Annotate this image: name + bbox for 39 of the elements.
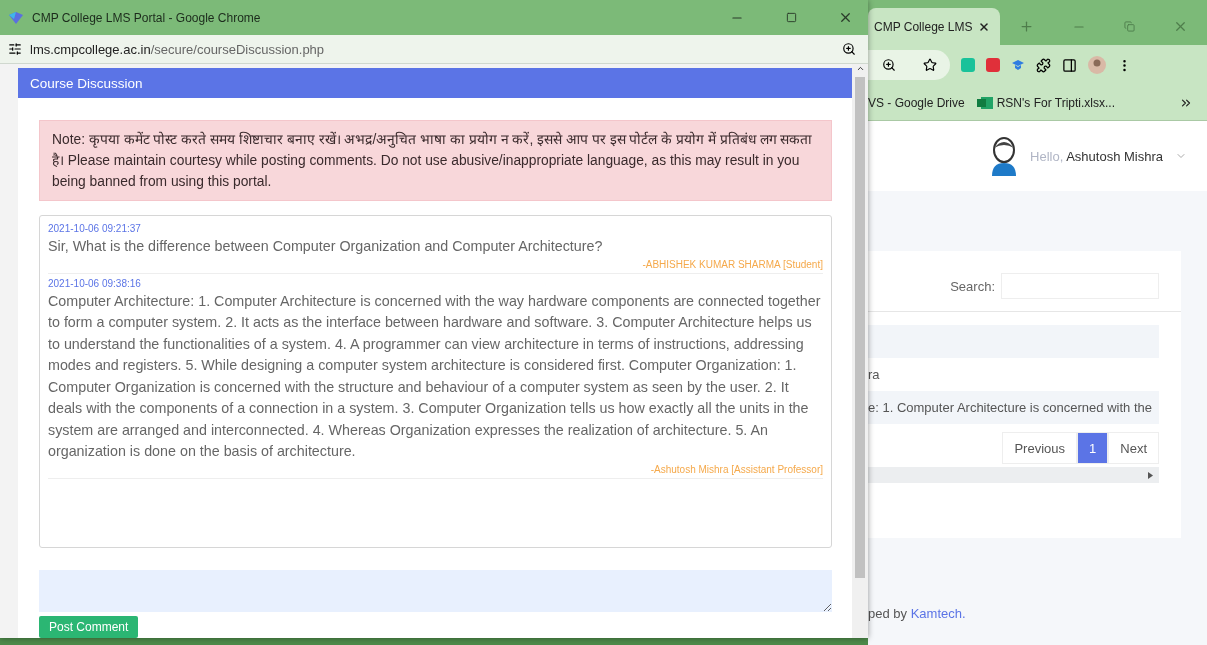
maximize-icon[interactable] [785,12,797,23]
spreadsheet-icon [976,95,993,110]
close-tab-icon[interactable] [978,20,991,33]
comment-field[interactable] [39,570,832,612]
app-logo-icon [8,10,24,25]
user-name[interactable]: Ashutosh Mishra [1066,149,1163,164]
note-alert: Note: कृपया कमेंट पोस्ट करते समय शिष्टाचार बनाए रखें। अभद्र/अनुचित भाषा का प्रयोग न करें, इससे आप पर इस पोर्टल के प्रयोग में प्रतिबंध लग सकता है। Please maintain courtesy while posting comments. Do not use abusive/inappropriate language, as this may result in you being banned from using this portal. [39,120,832,201]
bookmark[interactable]: VS - Google Drive [868,95,965,110]
horizontal-scrollbar[interactable] [868,467,1159,483]
zoom-icon[interactable] [842,42,856,56]
comment-timestamp: 2021-10-06 09:38:16 [48,276,142,291]
scroll-right-icon[interactable] [1148,471,1153,479]
pagination-button[interactable]: 1 [1077,432,1109,464]
modal-title: Course Discussion [18,68,852,98]
pagination-button[interactable]: Next [1108,432,1159,464]
table-cell: e: 1. Computer Architecture is concerned with the [868,391,1159,424]
browser-tab[interactable]: CMP College LMS [868,8,1000,45]
scroll-up-icon[interactable] [855,64,865,73]
profile-avatar-icon[interactable] [1088,56,1106,74]
footer-link[interactable]: Kamtech. [910,606,966,621]
pagination-button[interactable]: Previous [1002,432,1078,464]
search-label: Search: [950,278,995,294]
comment-text: Sir, What is the difference between Computer Organization and Computer Architecture? [48,237,604,256]
comment-timestamp: 2021-10-06 09:21:37 [48,222,142,236]
footer-text: ped by Kamtech. [868,606,966,621]
new-tab-icon[interactable] [1019,19,1034,34]
side-panel-icon[interactable] [1062,57,1077,73]
extensions-icon[interactable] [1036,57,1051,73]
cap-icon[interactable] [1011,59,1025,71]
greeting-text: Hello, [1030,149,1065,164]
window-title: CMP College LMS Portal - Google Chrome [32,10,262,25]
bookmark[interactable]: RSN's For Tripti.xlsx... [996,95,1115,110]
star-icon[interactable] [922,58,937,72]
site-settings-icon[interactable] [8,42,22,56]
zoom-icon[interactable] [881,58,896,72]
comment-text: Computer Architecture: 1. Computer Architecture is concerned with the way hardware components are connected together to form a computer system. 2. It acts as the interface between hardware and software. 3. Computer Architecture helps us to understand the functionalities of a system. 4. A programmer can view architecture in terms of instructions, addressing modes and registers. 5. While designing a computer system architecture is considered first. Computer Organization: 1. Computer Organization is concerned with the structure and behaviour of a computer system as seen by the user. 2. It deals with the components of a connection in a system. 3. Computer Organization tells us how exactly all the units in the system are arranged and interconnected. 4. Whereas Organization expresses the realization of architecture. 5. An organization is done on the basis of architecture. [48,291,822,461]
comment-author: -Ashutosh Mishra [Assistant Professor] [650,462,823,477]
comment-author: -ABHISHEK KUMAR SHARMA [Student] [642,257,823,272]
user-avatar-icon [990,136,1018,176]
